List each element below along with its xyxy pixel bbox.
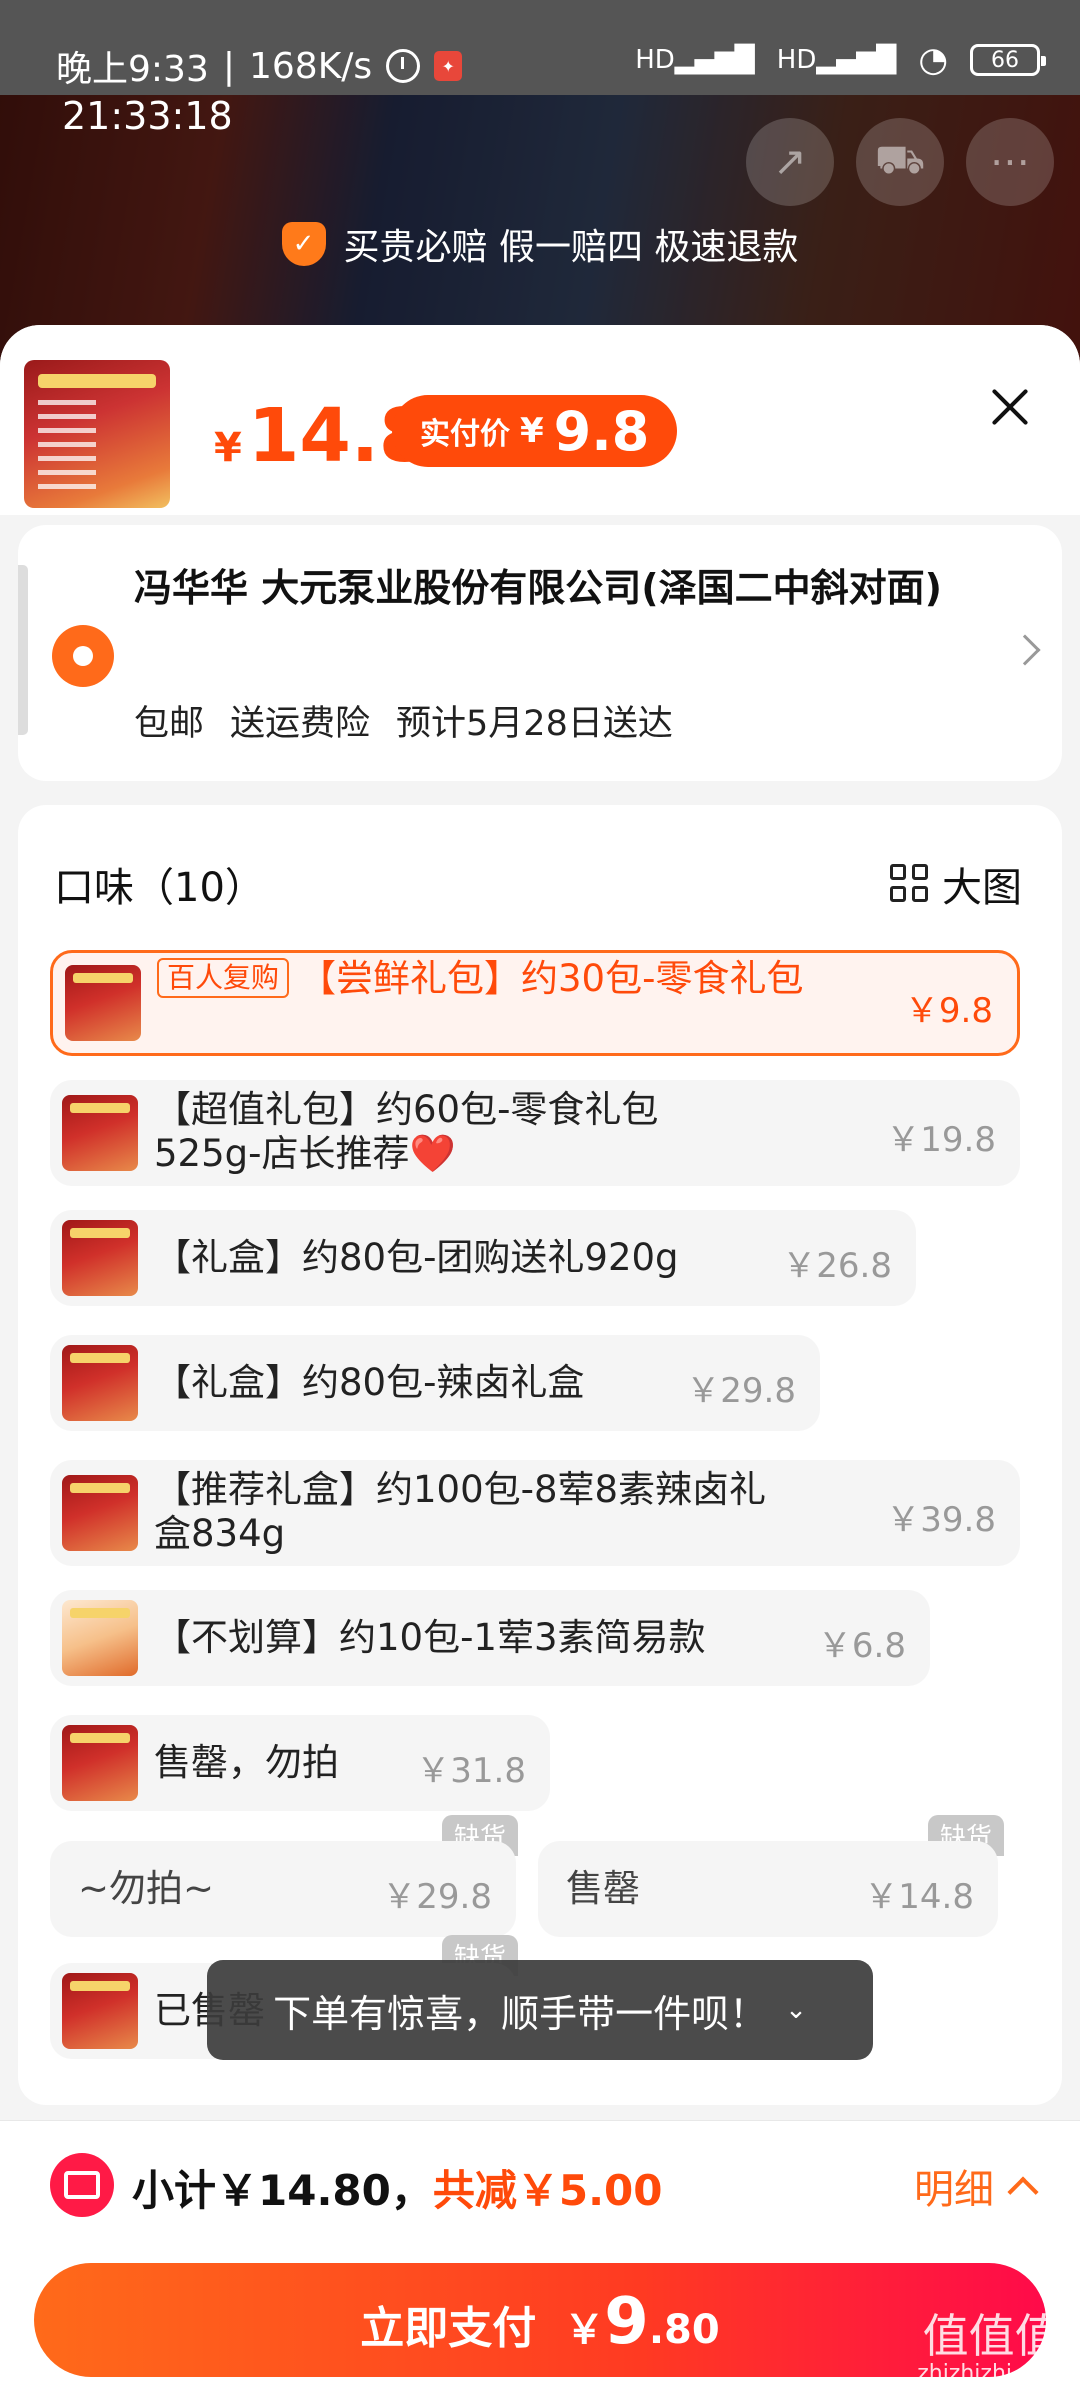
option-price: ￥29.8 bbox=[686, 1371, 796, 1411]
option-item[interactable]: 售罄，勿拍 ￥31.8 bbox=[50, 1715, 550, 1811]
option-price: ￥19.8 bbox=[886, 1120, 996, 1160]
option-thumbnail bbox=[62, 1095, 138, 1171]
actual-price-label: 实付价 bbox=[420, 417, 510, 452]
option-thumbnail bbox=[62, 1220, 138, 1296]
option-item[interactable]: 【礼盒】约80包-团购送礼920g ￥26.8 bbox=[50, 1210, 916, 1306]
address-card[interactable]: 冯华华 大元泵业股份有限公司(泽国二中斜对面) 包邮 送运费险 预计5月28日送… bbox=[18, 525, 1062, 781]
option-thumbnail bbox=[62, 1475, 138, 1551]
more-icon: ⋯ bbox=[966, 118, 1054, 206]
pay-label: 立即支付 bbox=[360, 2303, 537, 2354]
option-label: 百人复购 【尝鲜礼包】约30包-零食礼包 bbox=[157, 957, 837, 1001]
delivery-eta: 预计5月28日送达 bbox=[396, 704, 673, 744]
option-price: ￥26.8 bbox=[782, 1246, 892, 1286]
option-thumbnail bbox=[62, 1725, 138, 1801]
option-price: ￥39.8 bbox=[886, 1500, 996, 1540]
detail-label: 明细 bbox=[914, 2167, 994, 2213]
option-item[interactable]: 【超值礼包】约60包-零食礼包525g-店长推荐❤️ ￥19.8 bbox=[50, 1080, 1020, 1186]
status-time: 晚上9:33 bbox=[56, 49, 209, 90]
option-label: ~勿拍~ bbox=[78, 1867, 215, 1910]
toast-text: 下单有惊喜，顺手带一件呗！ bbox=[273, 1991, 768, 2036]
address-name: 冯华华 大元泵业股份有限公司(泽国二中斜对面) bbox=[134, 566, 942, 610]
checkout-bar: 小计￥14.80， 共减￥5.00 明细 立即支付 ￥ 9 .80 值值值 zh… bbox=[0, 2120, 1080, 2400]
share-icon: ↗ bbox=[746, 118, 834, 206]
price-detail-button[interactable]: 明细 bbox=[914, 2157, 1039, 2215]
close-icon[interactable] bbox=[990, 387, 1030, 427]
pay-now-button[interactable]: 立即支付 ￥ 9 .80 bbox=[34, 2263, 1046, 2377]
option-price: ￥14.8 bbox=[864, 1877, 974, 1917]
flavor-title: 口味（10） bbox=[54, 865, 265, 911]
shipping-info: 包邮 送运费险 预计5月28日送达 bbox=[134, 695, 673, 746]
promo-toast[interactable]: 下单有惊喜，顺手带一件呗！ ⌄ bbox=[207, 1960, 873, 2060]
sheet-header: ¥ 14.8 实付价 ¥ 9.8 bbox=[0, 325, 1080, 515]
option-item[interactable]: 百人复购 【尝鲜礼包】约30包-零食礼包 ￥9.8 bbox=[50, 950, 1020, 1056]
network-speed: 168K/s bbox=[248, 45, 373, 87]
site-watermark: 值值值 zhizhizhi.com bbox=[917, 2309, 1066, 2386]
option-item[interactable]: 【礼盒】约80包-辣卤礼盒 ￥29.8 bbox=[50, 1335, 820, 1431]
subtotal-amount: 小计￥14.80， bbox=[132, 2166, 433, 2215]
option-price: ￥31.8 bbox=[416, 1751, 526, 1791]
option-price: ￥6.8 bbox=[817, 1626, 906, 1666]
status-bar: 晚上9:33 | 168K/s ✦ HD▂▄▆█ HD▂▄▆█ ◔ 66 bbox=[0, 0, 1080, 95]
pay-amount-decimal: .80 bbox=[648, 2307, 720, 2353]
sku-sheet: ¥ 14.8 实付价 ¥ 9.8 冯华华 大元泵业股份有限公司(泽国二中斜对面)… bbox=[0, 325, 1080, 2400]
option-thumbnail bbox=[62, 1973, 138, 2049]
option-item[interactable]: ~勿拍~ ￥29.8 bbox=[50, 1841, 516, 1937]
option-price: ￥9.8 bbox=[904, 991, 993, 1031]
option-label: 【推荐礼盒】约100包-8荤8素辣卤礼盒834g bbox=[154, 1468, 767, 1555]
location-pin-icon bbox=[52, 625, 114, 687]
option-label: 售罄，勿拍 bbox=[154, 1741, 339, 1784]
big-view-toggle[interactable]: 大图 bbox=[890, 855, 1022, 913]
free-shipping: 包邮 bbox=[134, 704, 205, 744]
cart-icon: ⛟ bbox=[856, 118, 944, 206]
option-label: 【礼盒】约80包-团购送礼920g bbox=[154, 1236, 679, 1279]
chevron-up-icon bbox=[1007, 2176, 1039, 2208]
actual-price-pill: 实付价 ¥ 9.8 bbox=[392, 395, 678, 467]
flavor-options-card: 口味（10） 大图 百人复购 【尝鲜礼包】约30包-零食礼包 ￥9.8 【超值礼包… bbox=[18, 805, 1062, 2105]
option-label: 【超值礼包】约60包-零食礼包525g-店长推荐❤️ bbox=[154, 1088, 659, 1175]
app-notification-icon: ✦ bbox=[434, 51, 463, 81]
pay-amount-integer: 9 bbox=[604, 2285, 649, 2359]
shield-check-icon: ✓ bbox=[281, 222, 326, 266]
price-currency: ¥ bbox=[214, 425, 242, 471]
shipping-insurance: 送运费险 bbox=[230, 704, 371, 744]
status-separator: | bbox=[222, 45, 235, 87]
signal-2-icon: HD▂▄▆█ bbox=[776, 45, 897, 75]
product-thumbnail[interactable] bbox=[24, 360, 170, 508]
option-thumbnail bbox=[65, 965, 141, 1041]
signal-1-icon: HD▂▄▆█ bbox=[635, 45, 755, 75]
option-label: 【不划算】约10包-1荤3素简易款 bbox=[154, 1616, 706, 1659]
option-item[interactable]: 【不划算】约10包-1荤3素简易款 ￥6.8 bbox=[50, 1590, 930, 1686]
option-item[interactable]: 【推荐礼盒】约100包-8荤8素辣卤礼盒834g ￥39.8 bbox=[50, 1460, 1020, 1566]
address-accent-bar bbox=[18, 565, 28, 735]
option-thumbnail bbox=[62, 1600, 138, 1676]
option-item[interactable]: 售罄 ￥14.8 bbox=[538, 1841, 998, 1937]
pay-currency: ￥ bbox=[564, 2307, 605, 2353]
option-label: 【礼盒】约80包-辣卤礼盒 bbox=[154, 1361, 585, 1404]
wifi-icon: ◔ bbox=[918, 40, 948, 80]
coupon-icon bbox=[50, 2153, 114, 2217]
clock-overlay: 21:33:18 bbox=[62, 94, 233, 138]
option-thumbnail bbox=[62, 1345, 138, 1421]
guarantee-banner: ✓ 买贵必赔 假一赔四 极速退款 bbox=[0, 218, 1080, 270]
chevron-right-icon bbox=[1009, 634, 1041, 666]
big-view-label: 大图 bbox=[942, 865, 1022, 911]
guarantee-text: 买贵必赔 假一赔四 极速退款 bbox=[343, 227, 799, 268]
option-label: 售罄 bbox=[566, 1867, 640, 1910]
chevron-down-icon: ⌄ bbox=[785, 1995, 807, 2025]
option-price: ￥29.8 bbox=[382, 1877, 492, 1917]
grid-icon bbox=[890, 864, 930, 904]
actual-price-value: 9.8 bbox=[553, 399, 650, 463]
subtotal-text: 小计￥14.80， 共减￥5.00 bbox=[132, 2157, 663, 2218]
alarm-icon bbox=[386, 49, 421, 83]
battery-icon: 66 bbox=[970, 44, 1046, 76]
actual-price-currency: ¥ bbox=[520, 411, 544, 451]
discount-amount: 共减￥5.00 bbox=[432, 2166, 663, 2215]
repurchase-tag: 百人复购 bbox=[157, 958, 290, 998]
